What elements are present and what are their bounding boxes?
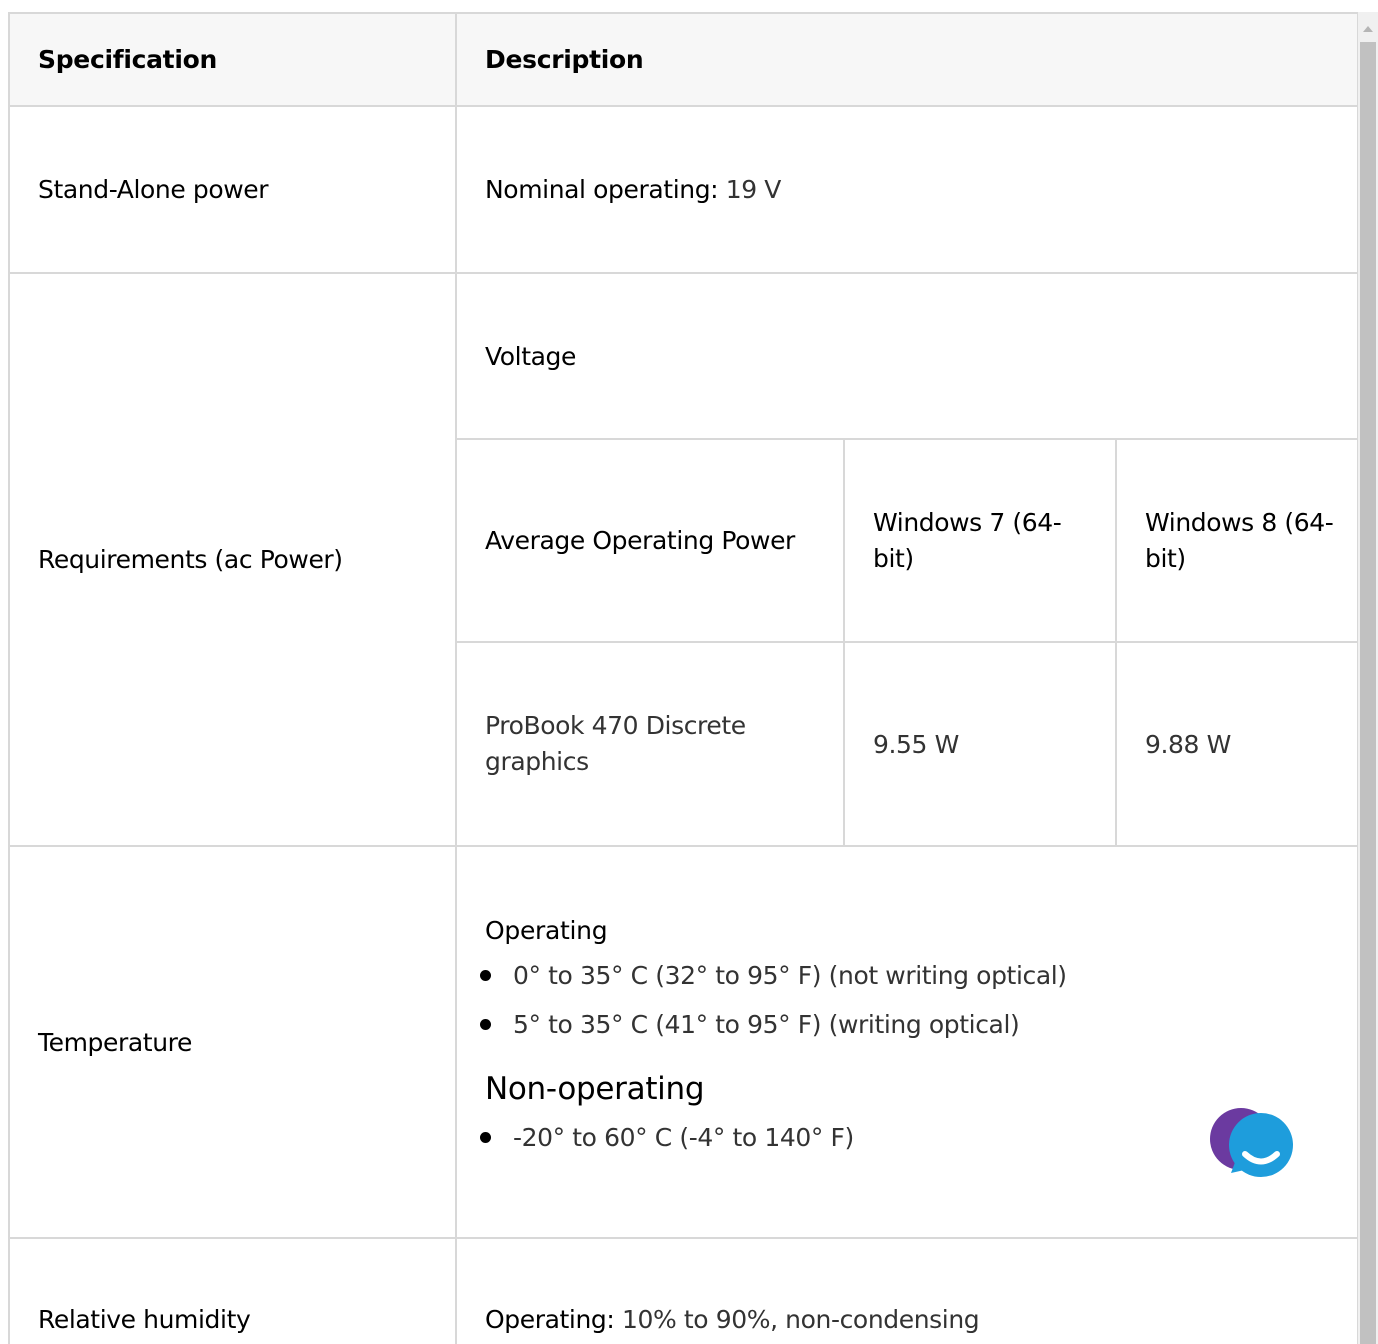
spec-page: Specification Description Stand-Alone po… (0, 0, 1378, 1344)
power-voltage-row: Voltage (457, 274, 1360, 440)
power-header-row: Average Operating Power Windows 7 (64-bi… (457, 438, 1360, 643)
chat-widget-button[interactable] (1209, 1107, 1299, 1183)
header-specification: Specification (8, 12, 457, 107)
desc-key: Operating (485, 1305, 607, 1334)
nonoperating-heading: Non-operating (485, 1071, 705, 1107)
table-row: Requirements (ac Power) Voltage Average … (8, 272, 1360, 847)
scrollbar-thumb[interactable] (1360, 42, 1376, 1344)
row-description: Nominal operating: 19 V (455, 105, 1359, 274)
desc-sep: : (710, 175, 726, 204)
table-row: Relative humidity Operating: 10% to 90%,… (8, 1237, 1359, 1344)
vertical-scrollbar[interactable] (1358, 12, 1378, 1344)
power-col-header: Average Operating Power (457, 438, 845, 643)
voltage-label: Voltage (457, 274, 1360, 440)
list-item: 5° to 35° C (41° to 95° F) (writing opti… (480, 1006, 1357, 1043)
row-description: Operating: 10% to 90%, non-condensing (455, 1237, 1359, 1344)
table-row: Stand-Alone power Nominal operating: 19 … (8, 105, 1359, 274)
desc-sep: : (606, 1305, 622, 1334)
power-table: Voltage Average Operating Power Windows … (457, 274, 1360, 845)
power-cell: 9.55 W (843, 641, 1117, 845)
table-row: Temperature Operating 0° to 35° C (32° t… (8, 845, 1359, 1239)
power-col-header: Windows 7 (64-bit) (843, 438, 1117, 643)
desc-key: Nominal operating (485, 175, 711, 204)
scroll-up-arrow-icon[interactable] (1363, 26, 1373, 32)
power-cell: 9.88 W (1114, 641, 1360, 845)
operating-heading: Operating (485, 916, 608, 945)
power-col-header: Windows 8 (64-bit) (1114, 438, 1360, 643)
spec-table: Specification Description Stand-Alone po… (8, 12, 1360, 1344)
desc-value: 10% to 90%, non-condensing (621, 1305, 980, 1334)
row-label: Relative humidity (8, 1237, 457, 1344)
desc-value: 19 V (725, 175, 782, 204)
row-description: Voltage Average Operating Power Windows … (455, 272, 1360, 847)
row-label: Requirements (ac Power) (8, 272, 457, 847)
row-label: Stand-Alone power (8, 105, 457, 274)
power-cell: ProBook 470 Discrete graphics (457, 641, 845, 845)
list-item: 0° to 35° C (32° to 95° F) (not writing … (480, 957, 1357, 994)
power-data-row: ProBook 470 Discrete graphics 9.55 W 9.8… (457, 641, 1360, 845)
table-header-row: Specification Description (8, 12, 1359, 107)
chat-bubble-icon (1210, 1108, 1293, 1177)
row-label: Temperature (8, 845, 457, 1239)
header-description: Description (455, 12, 1359, 107)
operating-list: 0° to 35° C (32° to 95° F) (not writing … (480, 957, 1357, 1043)
